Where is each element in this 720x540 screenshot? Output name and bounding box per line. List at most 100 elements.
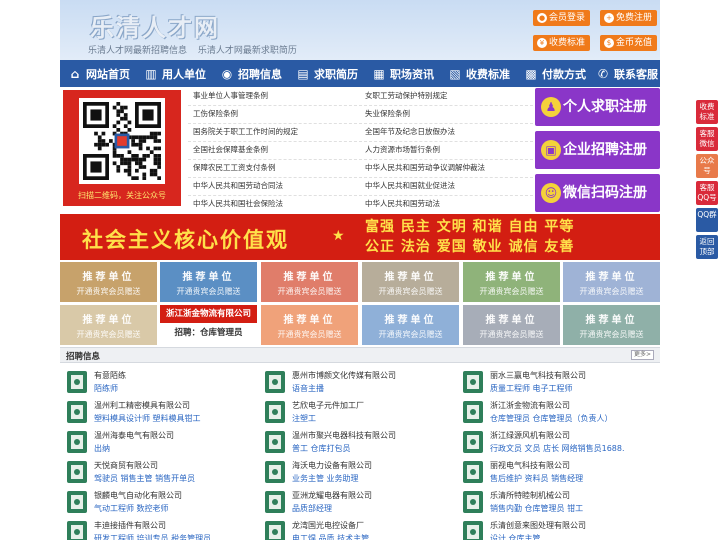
nav-item-0[interactable]: ⌂ 网站首页	[64, 60, 136, 87]
nav-item-4[interactable]: ▦ 职场资讯	[368, 60, 440, 87]
job-company-name[interactable]: 艺欣电子元件加工厂	[292, 400, 364, 411]
job-company-name[interactable]: 丰迪接插件有限公司	[94, 520, 166, 531]
job-listing[interactable]: 海沃电力设备有限公司 业务主管 业务助理	[260, 458, 450, 486]
job-positions[interactable]: 销售内勤 仓库管理员 钳工	[490, 503, 583, 514]
job-company-name[interactable]: 丽水三赢电气科技有限公司	[490, 370, 586, 381]
job-listing[interactable]: 有意陌练 陌练师	[62, 368, 252, 396]
featured-company-tile[interactable]: 浙江浙金物流有限公司 招聘：仓库管理员	[160, 305, 257, 345]
job-positions[interactable]: 仓库管理员 仓库管理员（负责人）	[490, 413, 613, 424]
policy-link-left[interactable]: 中华人民共和国劳动合同法	[193, 181, 283, 191]
job-listing[interactable]: 乐清创意来图处理有限公司 设计 仓库主管	[458, 518, 648, 540]
fee-standard-button[interactable]: ¥ 收费标准	[533, 35, 591, 51]
job-positions[interactable]: 研发工程师 培训专员 税务管理员	[94, 533, 211, 540]
job-listing[interactable]: 浙江浙金物流有限公司仓库管理员 仓库管理员（负责人）	[458, 398, 648, 426]
job-positions[interactable]: 塑料模具设计师 塑料模具钳工	[94, 413, 201, 424]
policy-link-right[interactable]: 全国年节及纪念日放假办法	[365, 127, 455, 137]
float-button-4[interactable]: QQ群	[696, 208, 718, 232]
recommend-tile[interactable]: 推荐单位 开通贵宾会员赠送	[563, 262, 660, 302]
recommend-tile[interactable]: 推荐单位 开通贵宾会员赠送	[60, 262, 157, 302]
recommend-tile[interactable]: 推荐单位 开通贵宾会员赠送	[563, 305, 660, 345]
job-positions[interactable]: 气动工程师 数控老师	[94, 503, 169, 514]
float-button-0[interactable]: 收费标准	[696, 100, 718, 124]
job-company-name[interactable]: 温州海泰电气有限公司	[94, 430, 174, 441]
job-positions[interactable]: 行政文员 文员 店长 网络销售员1688.	[490, 443, 625, 454]
job-positions[interactable]: 质量工程师 电子工程师	[490, 383, 573, 394]
job-listing[interactable]: 丽视电气科技有限公司售后维护 资料员 销售经理	[458, 458, 648, 486]
recommend-tile[interactable]: 推荐单位 开通贵宾会员赠送	[160, 262, 257, 302]
job-positions[interactable]: 电工焊 品质 技术主管	[292, 533, 369, 540]
job-positions[interactable]: 注塑工	[292, 413, 316, 424]
job-positions[interactable]: 陌练师	[94, 383, 118, 394]
job-company-name[interactable]: 浙江浙金物流有限公司	[490, 400, 570, 411]
recommend-tile[interactable]: 推荐单位 开通贵宾会员赠送	[362, 305, 459, 345]
job-listing[interactable]: 天悦商贸有限公司驾驶员 销售主管 销售开单员	[62, 458, 252, 486]
policy-link-left[interactable]: 国务院关于职工工作时间的规定	[193, 127, 298, 137]
job-company-name[interactable]: 银麟电气自动化有限公司	[94, 490, 182, 501]
job-positions[interactable]: 品质部经理	[292, 503, 332, 514]
policy-link-right[interactable]: 中华人民共和国劳动法	[365, 199, 440, 209]
nav-item-7[interactable]: ✆ 联系客服	[592, 60, 664, 87]
policy-link-left[interactable]: 工伤保险条例	[193, 109, 238, 119]
job-listing[interactable]: 银麟电气自动化有限公司 气动工程师 数控老师	[62, 488, 252, 516]
job-positions[interactable]: 普工 仓库打包员	[292, 443, 351, 454]
recommend-tile[interactable]: 推荐单位 开通贵宾会员赠送	[60, 305, 157, 345]
policy-link-left[interactable]: 事业单位人事管理条例	[193, 91, 268, 101]
job-listing[interactable]: 惠州市博颜文化传媒有限公司 语音主播	[260, 368, 450, 396]
job-positions[interactable]: 语音主播	[292, 383, 324, 394]
recommend-tile[interactable]: 推荐单位 开通贵宾会员赠送	[463, 305, 560, 345]
float-button-2[interactable]: 公众号	[696, 154, 718, 178]
recommend-tile[interactable]: 推荐单位 开通贵宾会员赠送	[463, 262, 560, 302]
policy-link-right[interactable]: 中华人民共和国劳动争议调解仲裁法	[365, 163, 485, 173]
job-listing[interactable]: 温州利工精密模具有限公司 塑料模具设计师 塑料模具钳工	[62, 398, 252, 426]
policy-link-right[interactable]: 女职工劳动保护特别规定	[365, 91, 448, 101]
job-listing[interactable]: 亚洲龙耀电器有限公司 品质部经理	[260, 488, 450, 516]
recommend-tile[interactable]: 推荐单位 开通贵宾会员赠送	[261, 262, 358, 302]
job-company-name[interactable]: 温州市聚兴电器科技有限公司	[292, 430, 396, 441]
coin-recharge-button[interactable]: $ 金币充值	[600, 35, 658, 51]
policy-link-right[interactable]: 人力资源市场暂行条例	[365, 145, 440, 155]
site-logo-title[interactable]: 乐清人才网	[90, 8, 220, 43]
job-listing[interactable]: 丽水三赢电气科技有限公司 质量工程师 电子工程师	[458, 368, 648, 396]
job-company-name[interactable]: 天悦商贸有限公司	[94, 460, 158, 471]
job-listing[interactable]: 艺欣电子元件加工厂 注塑工	[260, 398, 450, 426]
float-button-1[interactable]: 客服微信	[696, 127, 718, 151]
job-positions[interactable]: 售后维护 资料员 销售经理	[490, 473, 583, 484]
job-company-name[interactable]: 亚洲龙耀电器有限公司	[292, 490, 372, 501]
nav-item-2[interactable]: ◉ 招聘信息	[216, 60, 288, 87]
job-company-name[interactable]: 乐清所特睦制机械公司	[490, 490, 570, 501]
job-positions[interactable]: 业务主管 业务助理	[292, 473, 359, 484]
job-company-name[interactable]: 丽视电气科技有限公司	[490, 460, 570, 471]
recommend-tile[interactable]: 推荐单位 开通贵宾会员赠送	[261, 305, 358, 345]
float-button-3[interactable]: 客服QQ号	[696, 181, 718, 205]
job-company-name[interactable]: 龙湾国光电控设备厂	[292, 520, 364, 531]
latest-resumes-link[interactable]: 乐清人才网最新求职简历	[198, 46, 297, 56]
wechat-register-button[interactable]: ☺ 微信扫码注册	[535, 174, 660, 212]
job-listing[interactable]: 龙湾国光电控设备厂电工焊 品质 技术主管	[260, 518, 450, 540]
job-listing[interactable]: 浙江绿源风机有限公司行政文员 文员 店长 网络销售员1688.	[458, 428, 648, 456]
jobs-more-link[interactable]: 更多>	[630, 350, 654, 360]
policy-link-left[interactable]: 保障农民工工资支付条例	[193, 163, 276, 173]
job-company-name[interactable]: 温州利工精密模具有限公司	[94, 400, 190, 411]
job-company-name[interactable]: 有意陌练	[94, 370, 126, 381]
policy-link-left[interactable]: 中华人民共和国社会保险法	[193, 199, 283, 209]
job-listing[interactable]: 温州海泰电气有限公司 出纳	[62, 428, 252, 456]
job-company-name[interactable]: 惠州市博颜文化传媒有限公司	[292, 370, 396, 381]
float-button-5[interactable]: 返回顶部	[696, 235, 718, 259]
policy-link-left[interactable]: 全国社会保障基金条例	[193, 145, 268, 155]
job-seeker-register-button[interactable]: ♟ 个人求职注册	[535, 88, 660, 126]
nav-item-6[interactable]: ▩ 付款方式	[520, 60, 592, 87]
job-listing[interactable]: 丰迪接插件有限公司研发工程师 培训专员 税务管理员	[62, 518, 252, 540]
nav-item-1[interactable]: ▥ 用人单位	[140, 60, 212, 87]
policy-link-right[interactable]: 失业保险条例	[365, 109, 410, 119]
job-listing[interactable]: 温州市聚兴电器科技有限公司 普工 仓库打包员	[260, 428, 450, 456]
nav-item-3[interactable]: ▤ 求职简历	[292, 60, 364, 87]
employer-register-button[interactable]: ▣ 企业招聘注册	[535, 131, 660, 169]
job-company-name[interactable]: 海沃电力设备有限公司	[292, 460, 372, 471]
job-company-name[interactable]: 浙江绿源风机有限公司	[490, 430, 570, 441]
nav-item-5[interactable]: ▧ 收费标准	[444, 60, 516, 87]
job-listing[interactable]: 乐清所特睦制机械公司销售内勤 仓库管理员 钳工	[458, 488, 648, 516]
job-positions[interactable]: 设计 仓库主管	[490, 533, 541, 540]
free-register-button[interactable]: + 免费注册	[600, 10, 658, 26]
job-positions[interactable]: 出纳	[94, 443, 110, 454]
job-positions[interactable]: 驾驶员 销售主管 销售开单员	[94, 473, 195, 484]
